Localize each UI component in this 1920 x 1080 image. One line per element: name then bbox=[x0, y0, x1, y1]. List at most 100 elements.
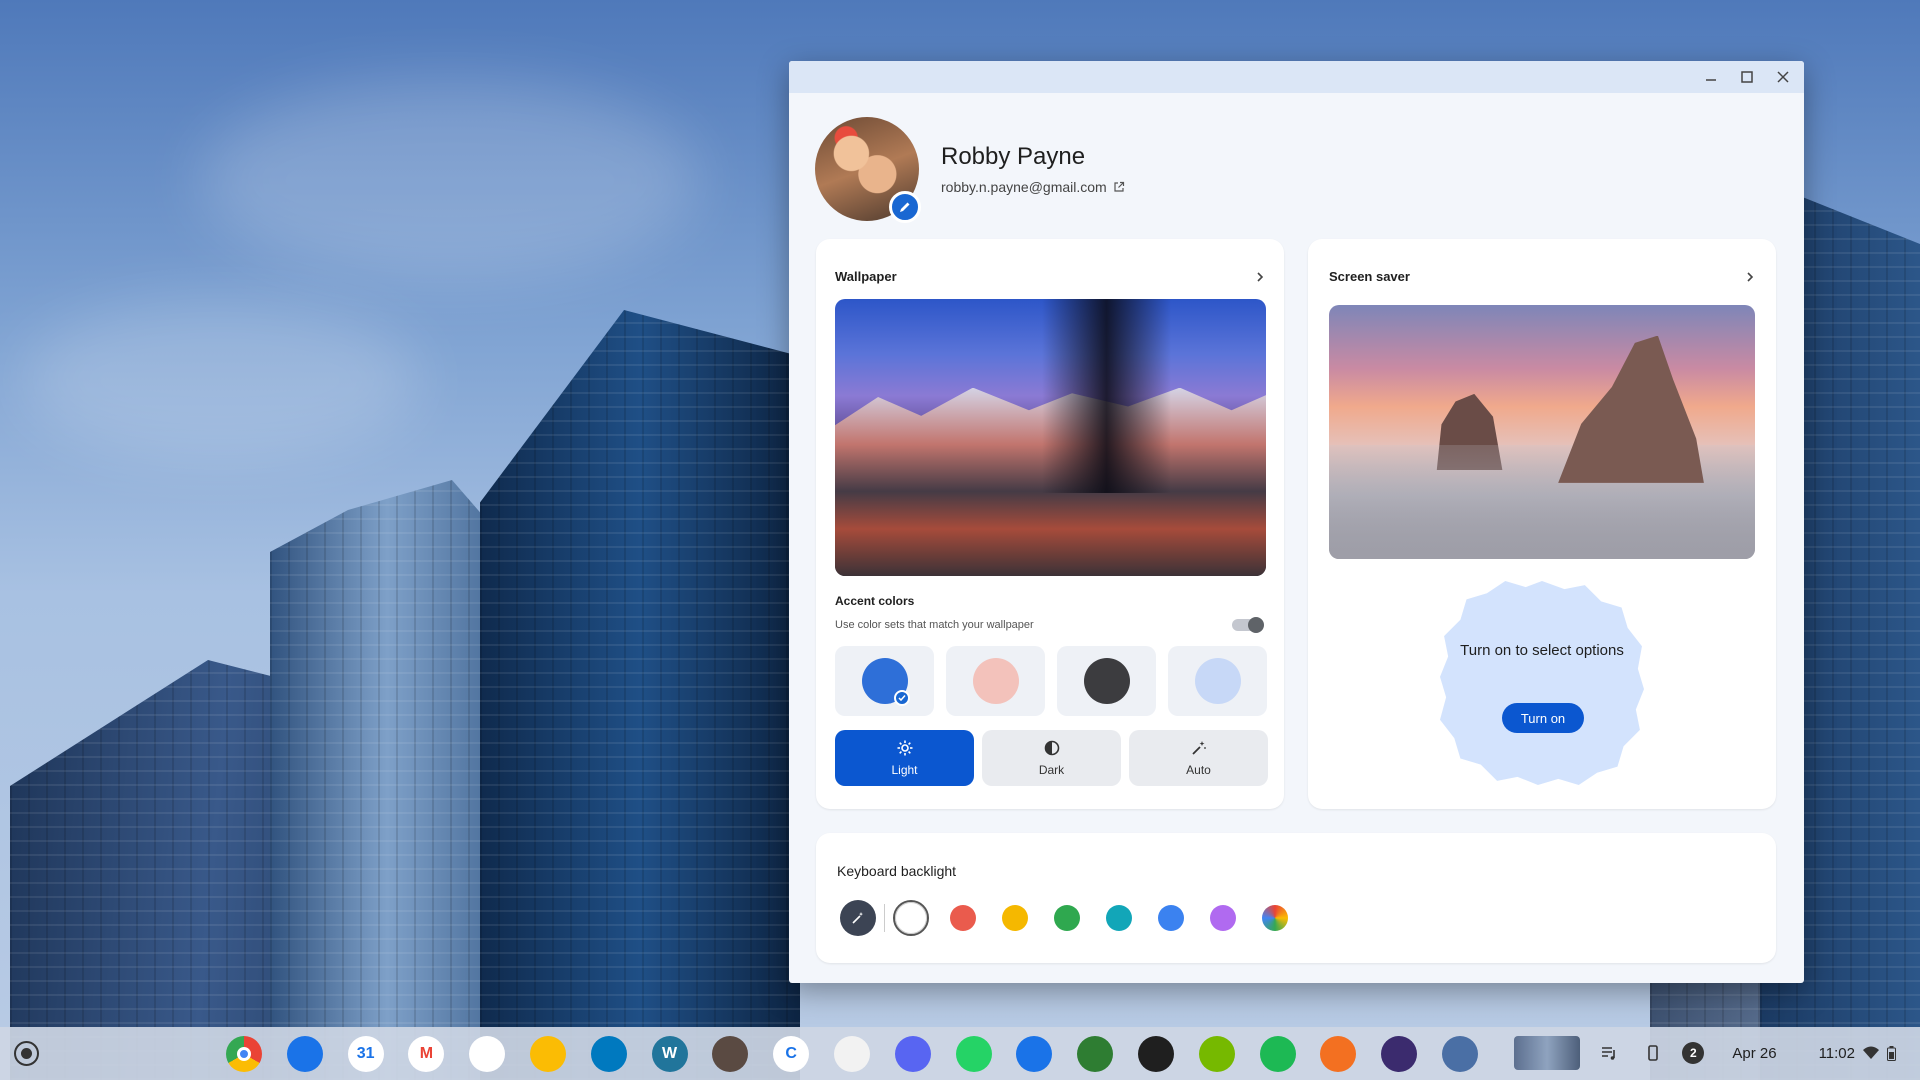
cloud bbox=[200, 80, 700, 280]
contrast-icon bbox=[1044, 740, 1060, 759]
arch-icon[interactable] bbox=[1320, 1036, 1357, 1072]
turn-on-button[interactable]: Turn on bbox=[1502, 703, 1584, 733]
keyboard-color-option[interactable] bbox=[893, 900, 929, 936]
keyboard-color-dot bbox=[1054, 905, 1080, 931]
keyboard-color-dot bbox=[1158, 905, 1184, 931]
mode-button-auto[interactable]: Auto bbox=[1129, 730, 1268, 786]
keyboard-color-dot bbox=[1210, 905, 1236, 931]
mode-button-dark[interactable]: Dark bbox=[982, 730, 1121, 786]
screen-saver-preview-image bbox=[1329, 305, 1755, 559]
close-icon[interactable] bbox=[1768, 62, 1798, 92]
keyboard-color-dot bbox=[1106, 905, 1132, 931]
whatsapp-icon[interactable] bbox=[955, 1036, 992, 1072]
canva-icon[interactable]: C bbox=[773, 1036, 810, 1072]
accent-color-dot bbox=[972, 658, 1019, 704]
keyboard-color-dot bbox=[950, 905, 976, 931]
wordpress-icon[interactable]: W bbox=[651, 1036, 688, 1072]
chrome-icon[interactable] bbox=[226, 1036, 262, 1072]
date-pill[interactable]: Apr 26 bbox=[1718, 1036, 1790, 1070]
gmail-icon[interactable]: M bbox=[408, 1036, 445, 1072]
accent-swatch[interactable] bbox=[946, 646, 1045, 716]
maximize-icon[interactable] bbox=[1732, 62, 1762, 92]
accent-colors-subtitle: Use color sets that match your wallpaper bbox=[835, 619, 1034, 631]
spotify-icon[interactable] bbox=[1259, 1036, 1296, 1072]
keyboard-color-option[interactable] bbox=[997, 900, 1033, 936]
notification-badge[interactable]: 2 bbox=[1682, 1042, 1705, 1064]
sheets-icon[interactable] bbox=[1137, 1036, 1174, 1072]
wifi-icon bbox=[1863, 1046, 1879, 1059]
keyboard-backlight-card: Keyboard backlight bbox=[816, 833, 1776, 963]
terminal-icon[interactable] bbox=[1077, 1036, 1114, 1072]
messages-icon[interactable] bbox=[1016, 1036, 1053, 1072]
brave-like-icon[interactable] bbox=[712, 1036, 749, 1072]
keyboard-color-option[interactable] bbox=[1153, 900, 1189, 936]
phone-hub-icon[interactable] bbox=[1638, 1038, 1668, 1068]
camera-icon[interactable] bbox=[1381, 1036, 1418, 1072]
chevron-right-icon[interactable] bbox=[1254, 271, 1266, 283]
keyboard-color-dot bbox=[895, 902, 927, 934]
profile-name: Robby Payne bbox=[941, 143, 1086, 170]
keyboard-color-list bbox=[840, 900, 1293, 936]
window-titlebar bbox=[789, 61, 1804, 93]
profile-header: Robby Payne robby.n.payne@gmail.com bbox=[815, 117, 1125, 223]
keyboard-color-option[interactable] bbox=[1049, 900, 1085, 936]
trello-icon[interactable] bbox=[590, 1036, 627, 1072]
keyboard-color-option[interactable] bbox=[1257, 900, 1293, 936]
chevron-right-icon[interactable] bbox=[1744, 271, 1756, 283]
minimize-icon[interactable] bbox=[1696, 62, 1726, 92]
external-link-icon[interactable] bbox=[1113, 181, 1125, 193]
accent-swatch[interactable] bbox=[1168, 646, 1267, 716]
accent-swatch[interactable] bbox=[1057, 646, 1156, 716]
wallpaper-title[interactable]: Wallpaper bbox=[835, 269, 897, 284]
analytics-icon[interactable] bbox=[469, 1036, 506, 1072]
keep-icon[interactable] bbox=[529, 1036, 566, 1072]
discord-icon[interactable] bbox=[894, 1036, 931, 1072]
keyboard-backlight-title: Keyboard backlight bbox=[837, 863, 957, 879]
toggle-knob bbox=[1248, 617, 1264, 633]
screen-saver-title[interactable]: Screen saver bbox=[1329, 269, 1410, 284]
screen-saver-card: Screen saver Turn on to select options T… bbox=[1308, 239, 1776, 809]
magic-wand-icon bbox=[1191, 740, 1207, 759]
cloud bbox=[20, 300, 420, 460]
profile-email-link[interactable]: robby.n.payne@gmail.com bbox=[941, 179, 1125, 195]
screen-saver-prompt: Turn on to select options bbox=[1460, 642, 1624, 659]
theme-mode-buttons: Light Dark Auto bbox=[835, 730, 1268, 786]
pencil-icon[interactable] bbox=[889, 191, 921, 223]
accent-colors-title: Accent colors bbox=[835, 594, 915, 608]
playlist-icon[interactable] bbox=[1594, 1038, 1624, 1068]
shelf: 31 M W C 2 Apr 26 11:02 bbox=[0, 1027, 1920, 1080]
pinwheel-icon[interactable] bbox=[833, 1036, 870, 1072]
mode-label: Light bbox=[891, 762, 918, 777]
keyboard-color-dot bbox=[1262, 905, 1288, 931]
accent-color-dot bbox=[1083, 658, 1130, 704]
mode-button-light[interactable]: Light bbox=[835, 730, 974, 786]
accent-color-dot bbox=[861, 658, 910, 706]
checkmark-icon bbox=[893, 690, 910, 706]
calendar-icon[interactable]: 31 bbox=[347, 1036, 384, 1072]
wallpaper-preview-image[interactable] bbox=[835, 299, 1266, 576]
battery-icon bbox=[1887, 1045, 1896, 1061]
keyboard-color-option[interactable] bbox=[1205, 900, 1241, 936]
status-tray: 2 Apr 26 11:02 bbox=[1514, 1036, 1910, 1070]
keyboard-color-option[interactable] bbox=[945, 900, 981, 936]
keyboard-color-option[interactable] bbox=[1101, 900, 1137, 936]
mode-label: Dark bbox=[1038, 762, 1065, 777]
launcher-button[interactable] bbox=[14, 1041, 39, 1066]
avatar[interactable] bbox=[815, 117, 921, 223]
nvidia-icon[interactable] bbox=[1198, 1036, 1235, 1072]
keyboard-color-dot bbox=[1002, 905, 1028, 931]
sun-icon bbox=[897, 740, 913, 759]
wallpaper-colors-toggle[interactable] bbox=[1232, 617, 1264, 633]
personalization-window: Robby Payne robby.n.payne@gmail.com Wall… bbox=[789, 61, 1804, 983]
profile-email[interactable]: robby.n.payne@gmail.com bbox=[941, 179, 1107, 195]
files-icon[interactable] bbox=[286, 1036, 323, 1072]
time-text: 11:02 bbox=[1818, 1044, 1855, 1062]
holding-space-thumbnail[interactable] bbox=[1514, 1036, 1581, 1070]
accent-color-dot bbox=[1194, 658, 1241, 704]
wallpaper-color-icon[interactable] bbox=[840, 900, 876, 936]
accent-swatch[interactable] bbox=[835, 646, 934, 716]
personalize-icon[interactable] bbox=[1441, 1036, 1478, 1072]
system-tray[interactable]: 11:02 bbox=[1805, 1036, 1910, 1070]
date-text: Apr 26 bbox=[1732, 1044, 1777, 1062]
divider bbox=[884, 904, 885, 932]
